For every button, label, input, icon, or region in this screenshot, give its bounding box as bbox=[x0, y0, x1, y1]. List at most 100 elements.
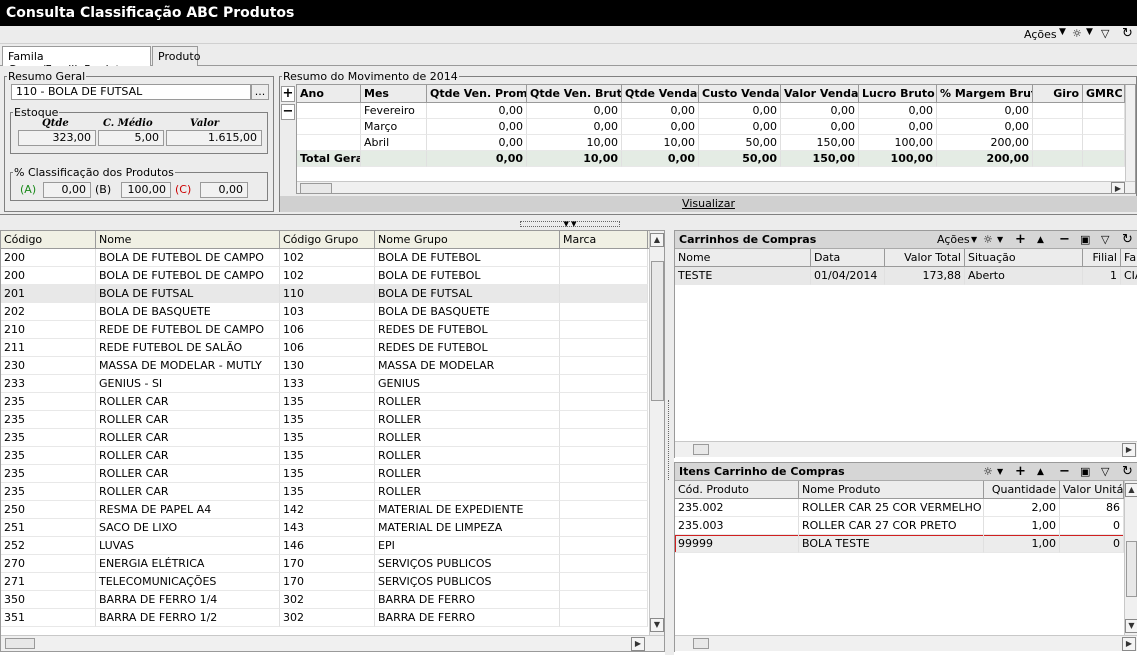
produto-row[interactable]: 235 ROLLER CAR 135 ROLLER bbox=[1, 447, 648, 465]
move-up-icon[interactable]: ▲ bbox=[1037, 231, 1044, 249]
column-header[interactable]: GMRC bbox=[1083, 85, 1125, 103]
column-header[interactable]: Fa bbox=[1121, 249, 1137, 267]
produto-row[interactable]: 202 BOLA DE BASQUETE 103 BOLA DE BASQUETE bbox=[1, 303, 648, 321]
column-header[interactable]: Qtde Ven. Bruta bbox=[527, 85, 622, 103]
column-header[interactable]: Giro bbox=[1033, 85, 1083, 103]
column-header[interactable]: Qtde Vendas bbox=[622, 85, 699, 103]
dropdown-arrow-icon[interactable]: ▼ bbox=[997, 231, 1003, 249]
produto-row[interactable]: 230 MASSA DE MODELAR - MUTLY 130 MASSA DE M… bbox=[1, 357, 648, 375]
produto-row[interactable]: 235 ROLLER CAR 135 ROLLER bbox=[1, 465, 648, 483]
itens-vscroll[interactable]: ▲ ▼ bbox=[1124, 481, 1137, 635]
dropdown-arrow-icon[interactable]: ▼ bbox=[1086, 27, 1093, 37]
column-header[interactable]: Filial bbox=[1083, 249, 1121, 267]
splitter-handle[interactable] bbox=[668, 400, 670, 480]
scroll-thumb[interactable] bbox=[1126, 541, 1137, 597]
movimento-row[interactable]: Total Geral 0,00 10,00 0,00 50,00 150,00 100,0… bbox=[297, 151, 1125, 167]
expand-icon[interactable]: + bbox=[281, 86, 295, 102]
column-header[interactable]: Cód. Produto bbox=[675, 481, 799, 499]
carrinhos-grid[interactable]: Nome Data Valor Total Situação Filial Fa TEST… bbox=[675, 249, 1137, 459]
view-options-icon[interactable]: ☼ bbox=[983, 231, 993, 249]
produtos-hscroll[interactable]: ▶ bbox=[1, 635, 664, 651]
produto-row[interactable]: 350 BARRA DE FERRO 1/4 302 BARRA DE FERRO bbox=[1, 591, 648, 609]
add-icon[interactable]: + bbox=[1015, 463, 1026, 481]
carrinhos-acoes-menu[interactable]: Ações bbox=[937, 231, 970, 249]
splitter-bar[interactable]: ▼ ▼ bbox=[0, 214, 1137, 230]
scroll-thumb[interactable] bbox=[693, 444, 709, 455]
carrinho-row[interactable]: TESTE01/04/2014173,88Aberto1CIA bbox=[675, 267, 1137, 285]
column-header[interactable]: Código Grupo bbox=[280, 231, 375, 249]
collapse-icon[interactable]: − bbox=[281, 104, 295, 120]
produtos-vscroll[interactable]: ▲ ▼ bbox=[649, 231, 664, 635]
column-header[interactable]: Data bbox=[811, 249, 885, 267]
carrinhos-hscroll[interactable]: ▶ bbox=[675, 441, 1137, 457]
class-b-field[interactable]: 100,00 bbox=[121, 182, 171, 198]
estoque-qtde-field[interactable]: 323,00 bbox=[18, 130, 96, 146]
produto-row[interactable]: 235 ROLLER CAR 135 ROLLER bbox=[1, 411, 648, 429]
scroll-up-icon[interactable]: ▲ bbox=[1125, 483, 1137, 497]
column-header[interactable]: Valor Total bbox=[885, 249, 965, 267]
refresh-icon[interactable]: ↻ bbox=[1122, 26, 1133, 41]
movimento-row[interactable]: Fevereiro 0,00 0,00 0,00 0,00 0,00 0,00 0,00 bbox=[297, 103, 1125, 119]
produto-row[interactable]: 201 BOLA DE FUTSAL 110 BOLA DE FUTSAL bbox=[1, 285, 648, 303]
filter-icon[interactable]: ▽ bbox=[1101, 231, 1109, 249]
scroll-thumb[interactable] bbox=[300, 183, 332, 193]
movimento-hscroll[interactable]: ▶ bbox=[297, 181, 1135, 193]
estoque-valor-field[interactable]: 1.615,00 bbox=[166, 130, 262, 146]
tab-produto[interactable]: Produto bbox=[152, 46, 200, 66]
filter-icon[interactable]: ▽ bbox=[1101, 27, 1109, 40]
tab-familia-grupo[interactable]: Famila Grupo/FamiliaProduto bbox=[2, 46, 151, 76]
produto-row[interactable]: 235 ROLLER CAR 135 ROLLER bbox=[1, 429, 648, 447]
produto-row[interactable]: 235 ROLLER CAR 135 ROLLER bbox=[1, 483, 648, 501]
window-icon[interactable]: ▣ bbox=[1080, 463, 1090, 481]
remove-icon[interactable]: − bbox=[1059, 463, 1070, 481]
produto-row[interactable]: 270 ENERGIA ELÉTRICA 170 SERVIÇOS PUBLICOS bbox=[1, 555, 648, 573]
estoque-cmedio-field[interactable]: 5,00 bbox=[98, 130, 164, 146]
scroll-thumb[interactable] bbox=[693, 638, 709, 649]
view-options-icon[interactable]: ☼ bbox=[1072, 27, 1082, 40]
produto-row[interactable]: 233 GENIUS - SI 133 GENIUS bbox=[1, 375, 648, 393]
column-header[interactable]: Ano bbox=[297, 85, 361, 103]
produtos-grid[interactable]: Código Nome Código Grupo Nome Grupo Marca 20… bbox=[0, 230, 665, 652]
column-header[interactable]: Nome Grupo bbox=[375, 231, 560, 249]
scroll-right-icon[interactable]: ▶ bbox=[631, 637, 645, 651]
column-header[interactable]: % Margem Bruta bbox=[937, 85, 1033, 103]
produto-row[interactable]: 200 BOLA DE FUTEBOL DE CAMPO 102 BOLA DE FU… bbox=[1, 267, 648, 285]
splitter-handle[interactable]: ▼ ▼ bbox=[520, 221, 620, 228]
scroll-right-icon[interactable]: ▶ bbox=[1122, 637, 1136, 651]
scroll-down-icon[interactable]: ▼ bbox=[650, 618, 664, 632]
produto-row[interactable]: 211 REDE FUTEBOL DE SALÃO 106 REDES DE FUTE… bbox=[1, 339, 648, 357]
column-header[interactable]: Custo Vendas bbox=[699, 85, 781, 103]
remove-icon[interactable]: − bbox=[1059, 231, 1070, 249]
grupo-field[interactable]: 110 - BOLA DE FUTSAL bbox=[11, 84, 251, 100]
window-icon[interactable]: ▣ bbox=[1080, 231, 1090, 249]
column-header[interactable]: Valor Vendas bbox=[781, 85, 859, 103]
dropdown-arrow-icon[interactable]: ▼ bbox=[1059, 27, 1066, 37]
dropdown-arrow-icon[interactable]: ▼ bbox=[997, 463, 1003, 481]
produto-row[interactable]: 210 REDE DE FUTEBOL DE CAMPO 106 REDES DE F… bbox=[1, 321, 648, 339]
column-header[interactable]: Valor Unitá bbox=[1060, 481, 1124, 499]
column-header[interactable]: Qtde Ven. Promo bbox=[427, 85, 527, 103]
refresh-icon[interactable]: ↻ bbox=[1122, 231, 1133, 249]
lookup-button[interactable]: ... bbox=[251, 84, 269, 100]
column-header[interactable]: Nome bbox=[675, 249, 811, 267]
item-row[interactable]: 235.002 ROLLER CAR 25 COR VERMELHO 2,00 86 bbox=[675, 499, 1124, 517]
refresh-icon[interactable]: ↻ bbox=[1122, 463, 1133, 481]
scroll-down-icon[interactable]: ▼ bbox=[1125, 619, 1137, 633]
itens-hscroll[interactable]: ▶ bbox=[675, 635, 1137, 651]
movimento-grid[interactable]: Ano Mes Qtde Ven. Promo Qtde Ven. Bruta Qtde… bbox=[296, 84, 1136, 194]
scroll-thumb[interactable] bbox=[5, 638, 35, 649]
movimento-row[interactable]: Abril 0,00 10,00 10,00 50,00 150,00 100,00 200,… bbox=[297, 135, 1125, 151]
column-header[interactable]: Marca bbox=[560, 231, 648, 249]
movimento-row[interactable]: Março 0,00 0,00 0,00 0,00 0,00 0,00 0,00 bbox=[297, 119, 1125, 135]
scroll-thumb[interactable] bbox=[651, 261, 664, 401]
add-icon[interactable]: + bbox=[1015, 231, 1026, 249]
produto-row[interactable]: 271 TELECOMUNICAÇÕES 170 SERVIÇOS PUBLICOS bbox=[1, 573, 648, 591]
column-header[interactable]: Situação bbox=[965, 249, 1083, 267]
filter-icon[interactable]: ▽ bbox=[1101, 463, 1109, 481]
class-a-field[interactable]: 0,00 bbox=[43, 182, 91, 198]
view-options-icon[interactable]: ☼ bbox=[983, 463, 993, 481]
move-up-icon[interactable]: ▲ bbox=[1037, 463, 1044, 481]
column-header[interactable]: Quantidade bbox=[984, 481, 1060, 499]
column-header[interactable]: Nome Produto bbox=[799, 481, 984, 499]
column-header[interactable]: Mes bbox=[361, 85, 427, 103]
